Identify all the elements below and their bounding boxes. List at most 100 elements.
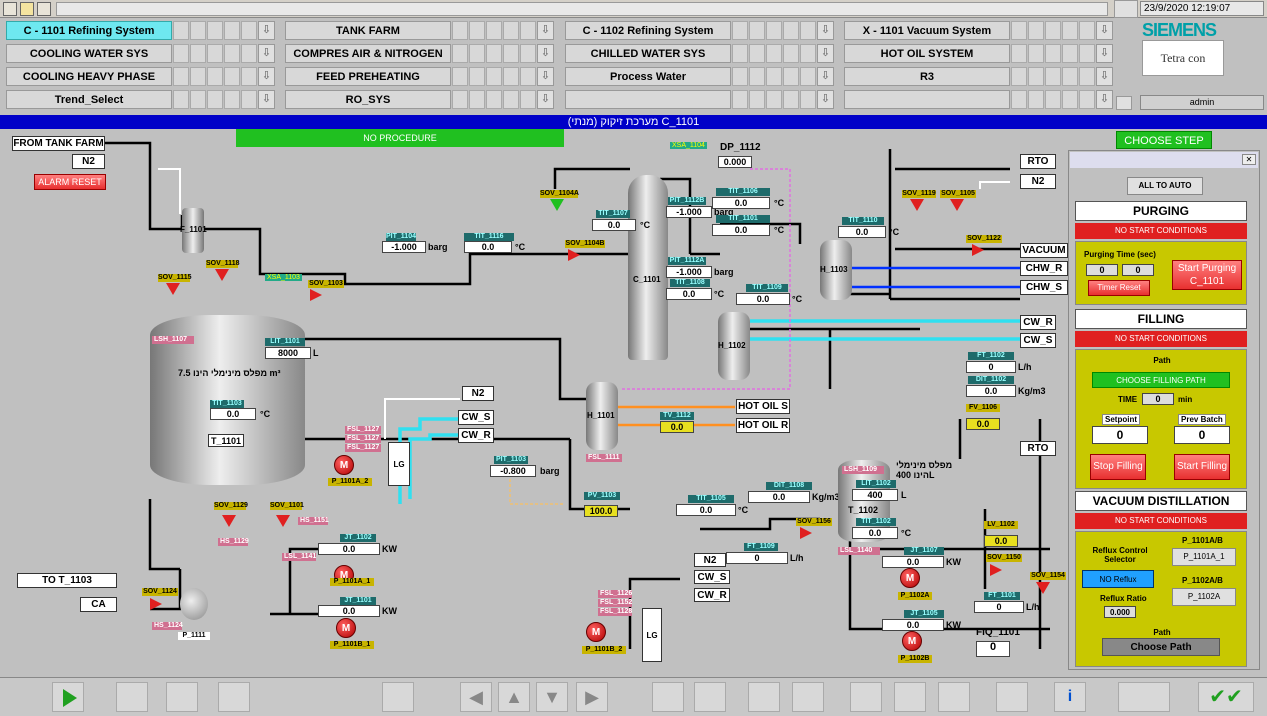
view-icon[interactable] [996, 682, 1028, 712]
report-icon[interactable] [218, 682, 250, 712]
fsl1127-b[interactable]: FSL_1127 [345, 435, 381, 443]
jt1107-value[interactable]: 0.0 [882, 556, 944, 568]
purging-time-2[interactable]: 0 [1122, 264, 1154, 276]
sov1129-valve-icon[interactable] [222, 515, 236, 527]
fsl1128[interactable]: FSL_1128 [598, 608, 632, 616]
arrow-up-icon[interactable]: ▲ [498, 682, 530, 712]
pv1103-value[interactable]: 100.0 [584, 505, 618, 517]
pump-p1101a2[interactable]: M [334, 455, 354, 475]
minimize-icon[interactable] [37, 2, 51, 16]
choose-path-button[interactable]: Choose Path [1102, 638, 1220, 656]
lsl1141[interactable]: LSL_1141 [282, 553, 316, 561]
choose-filling-path-button[interactable]: CHOOSE FILLING PATH [1092, 372, 1230, 388]
pit1103-value[interactable]: -0.800 [490, 465, 536, 477]
import-icon[interactable] [748, 682, 780, 712]
dropdown-arrow-icon[interactable]: ⇩ [537, 90, 554, 109]
reflux-ratio-value[interactable]: 0.000 [1104, 606, 1136, 618]
nav-button-row4-2[interactable] [565, 90, 731, 109]
folder-icon[interactable] [3, 2, 17, 16]
dropdown-arrow-icon[interactable]: ⇩ [537, 44, 554, 63]
nav-button-row2-3[interactable]: HOT OIL SYSTEM [844, 44, 1010, 63]
sov1104a-valve-icon[interactable] [550, 199, 564, 211]
tit1116-value[interactable]: 0.0 [464, 241, 512, 253]
pit1112b-value[interactable]: -1.000 [666, 206, 712, 218]
nav-button-row3-3[interactable]: R3 [844, 67, 1010, 86]
dropdown-arrow-icon[interactable]: ⇩ [1096, 21, 1113, 40]
delete-icon[interactable] [938, 682, 970, 712]
acknowledge-icon[interactable]: ✔✔ [1198, 682, 1254, 712]
pump-p1101b1[interactable]: M [336, 618, 356, 638]
sov1150-valve-icon[interactable] [990, 564, 1002, 576]
jt1101-value[interactable]: 0.0 [318, 605, 380, 617]
nav-button-row2-0[interactable]: COOLING WATER SYS [6, 44, 172, 63]
redo-icon[interactable] [694, 682, 726, 712]
dp1112-value[interactable]: 0.000 [718, 156, 752, 168]
pump-p1102a[interactable]: M [900, 568, 920, 588]
fiq1101-value[interactable]: 0 [976, 641, 1010, 657]
fsl1127-c[interactable]: FSL_1127 [345, 444, 381, 452]
dit1108-value[interactable]: 0.0 [748, 491, 810, 503]
nav-button-row3-2[interactable]: Process Water [565, 67, 731, 86]
tit1105-value[interactable]: 0.0 [676, 504, 736, 516]
sound-icon[interactable] [1118, 682, 1170, 712]
export-icon[interactable] [382, 682, 414, 712]
hs1129[interactable]: HS_1129 [218, 538, 249, 546]
tit1101-value[interactable]: 0.0 [712, 224, 770, 236]
tit1106-value[interactable]: 0.0 [712, 197, 770, 209]
nav-button-row1-0[interactable]: C - 1101 Refining System [6, 21, 172, 40]
dropdown-arrow-icon[interactable]: ⇩ [817, 21, 834, 40]
close-icon[interactable]: ✕ [1242, 154, 1256, 165]
time-value[interactable]: 0 [1142, 393, 1174, 405]
pump-p1111[interactable] [180, 588, 208, 620]
hs1151[interactable]: HS_1151 [298, 517, 329, 525]
undo-icon[interactable] [652, 682, 684, 712]
choose-step-button[interactable]: CHOOSE STEP [1116, 131, 1212, 149]
jt1105-value[interactable]: 0.0 [882, 619, 944, 631]
no-reflux-button[interactable]: NO Reflux [1082, 570, 1154, 588]
arrow-down-icon[interactable]: ▼ [536, 682, 568, 712]
lit1101-value[interactable]: 8000 [265, 347, 311, 359]
lsh1109[interactable]: LSH_1109 [842, 466, 884, 474]
sov1101-valve-icon[interactable] [276, 515, 290, 527]
dropdown-arrow-icon[interactable]: ⇩ [1096, 44, 1113, 63]
purging-time-1[interactable]: 0 [1086, 264, 1118, 276]
nav-button-row4-1[interactable]: RO_SYS [285, 90, 451, 109]
dropdown-arrow-icon[interactable]: ⇩ [258, 44, 275, 63]
dropdown-arrow-icon[interactable]: ⇩ [258, 67, 275, 86]
sov1122-valve-icon[interactable] [972, 244, 984, 256]
lsh1107[interactable]: LSH_1107 [152, 336, 194, 344]
tit1108-value[interactable]: 0.0 [666, 288, 712, 300]
ft1101-value[interactable]: 0 [974, 601, 1024, 613]
sov1105-valve-icon[interactable] [950, 199, 964, 211]
sov1115-valve-icon[interactable] [166, 283, 180, 295]
nav-button-row3-0[interactable]: COOLING HEAVY PHASE [6, 67, 172, 86]
play-icon[interactable] [52, 682, 84, 712]
nav-button-row1-2[interactable]: C - 1102 Refining System [565, 21, 731, 40]
dropdown-arrow-icon[interactable]: ⇩ [258, 21, 275, 40]
fsl1111[interactable]: FSL_1111 [586, 454, 622, 462]
pit1104-value[interactable]: -1.000 [382, 241, 426, 253]
lsl1140[interactable]: LSL_1140 [838, 547, 880, 555]
nav-button-row2-2[interactable]: CHILLED WATER SYS [565, 44, 731, 63]
fsl1126[interactable]: FSL_1126 [598, 590, 632, 598]
nav-button-row4-0[interactable]: Trend_Select [6, 90, 172, 109]
fsl1127-a[interactable]: FSL_1127 [345, 426, 381, 434]
sov1104b-valve-icon[interactable] [568, 249, 580, 261]
stop-filling-button[interactable]: Stop Filling [1090, 454, 1146, 480]
sov1103-valve-icon[interactable] [310, 289, 322, 301]
nav-button-row4-3[interactable] [844, 90, 1010, 109]
tit1109-value[interactable]: 0.0 [736, 293, 790, 305]
dropdown-arrow-icon[interactable]: ⇩ [537, 67, 554, 86]
nav-button-row1-3[interactable]: X - 1101 Vacuum System [844, 21, 1010, 40]
tit1102-value[interactable]: 0.0 [852, 527, 898, 539]
nav-button-row1-1[interactable]: TANK FARM [285, 21, 451, 40]
hs1124[interactable]: HS_1124 [152, 622, 183, 630]
start-purging-button[interactable]: Start Purging C_1101 [1172, 260, 1242, 290]
dropdown-arrow-icon[interactable]: ⇩ [817, 67, 834, 86]
ft1109-value[interactable]: 0 [726, 552, 788, 564]
tit1103-value[interactable]: 0.0 [210, 408, 256, 420]
nav-button-row3-1[interactable]: FEED PREHEATING [285, 67, 451, 86]
dropdown-arrow-icon[interactable]: ⇩ [1096, 67, 1113, 86]
tv1112-value[interactable]: 0.0 [660, 421, 694, 433]
dropdown-arrow-icon[interactable]: ⇩ [817, 44, 834, 63]
